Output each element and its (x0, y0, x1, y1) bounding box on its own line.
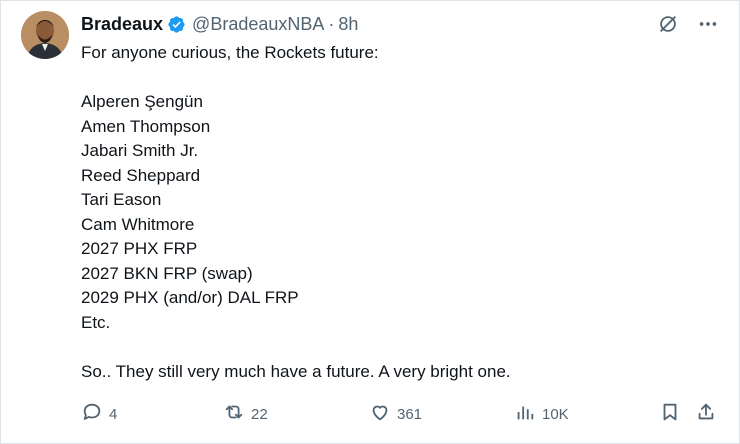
view-count: 10K (542, 405, 569, 423)
like-count: 361 (397, 405, 423, 423)
share-button[interactable] (695, 401, 717, 427)
tweet-text-line: For anyone curious, the Rockets future: (81, 43, 379, 62)
tweet-text-line: Amen Thompson (81, 116, 211, 136)
repost-button[interactable]: 22 (223, 401, 268, 427)
repost-count: 22 (251, 405, 268, 423)
tweet-text-line: 2029 PHX (and/or) DAL FRP (81, 288, 299, 307)
tweet-text-line: 2027 PHX FRP (81, 239, 198, 258)
tweet-text-line: Jabari Smith Jr. (81, 141, 199, 160)
tweet-text-line: Alperen Şengün (81, 92, 203, 111)
action-bar: 4 22 361 10K (81, 397, 719, 427)
timestamp[interactable]: 8h (338, 14, 358, 35)
tweet-text-line: 2027 BKN FRP (swap) (81, 263, 253, 283)
reply-button[interactable]: 4 (81, 401, 117, 427)
share-icon (695, 401, 717, 427)
user-handle[interactable]: @BradeauxNBA (192, 14, 324, 35)
tweet-text-line: Cam Whitmore (81, 214, 195, 234)
tweet-text-line: Etc. (81, 312, 111, 332)
grok-icon[interactable] (657, 13, 679, 35)
tweet-header: Bradeaux @BradeauxNBA · 8h (81, 11, 358, 37)
tweet-text: For anyone curious, the Rockets future: A… (81, 41, 719, 384)
tweet-card[interactable]: Bradeaux @BradeauxNBA · 8h For anyone cu (0, 0, 740, 444)
avatar[interactable] (21, 11, 69, 59)
repost-icon (223, 401, 245, 427)
display-name[interactable]: Bradeaux (81, 14, 163, 35)
like-icon (369, 401, 391, 427)
separator-dot: · (328, 13, 335, 34)
bookmark-button[interactable] (659, 401, 681, 427)
reply-count: 4 (109, 405, 118, 423)
tweet-text-line: Reed Sheppard (81, 165, 201, 185)
views-button[interactable]: 10K (514, 401, 569, 427)
top-actions (657, 13, 719, 35)
tweet-text-line: So.. They still very much have a future.… (81, 361, 511, 381)
bookmark-icon (659, 401, 681, 427)
tweet-text-line: Tari Eason (81, 190, 162, 209)
like-button[interactable]: 361 (369, 401, 422, 427)
more-icon[interactable] (697, 13, 719, 35)
verified-badge-icon (167, 15, 186, 34)
views-icon (514, 401, 536, 427)
reply-icon (81, 401, 103, 427)
